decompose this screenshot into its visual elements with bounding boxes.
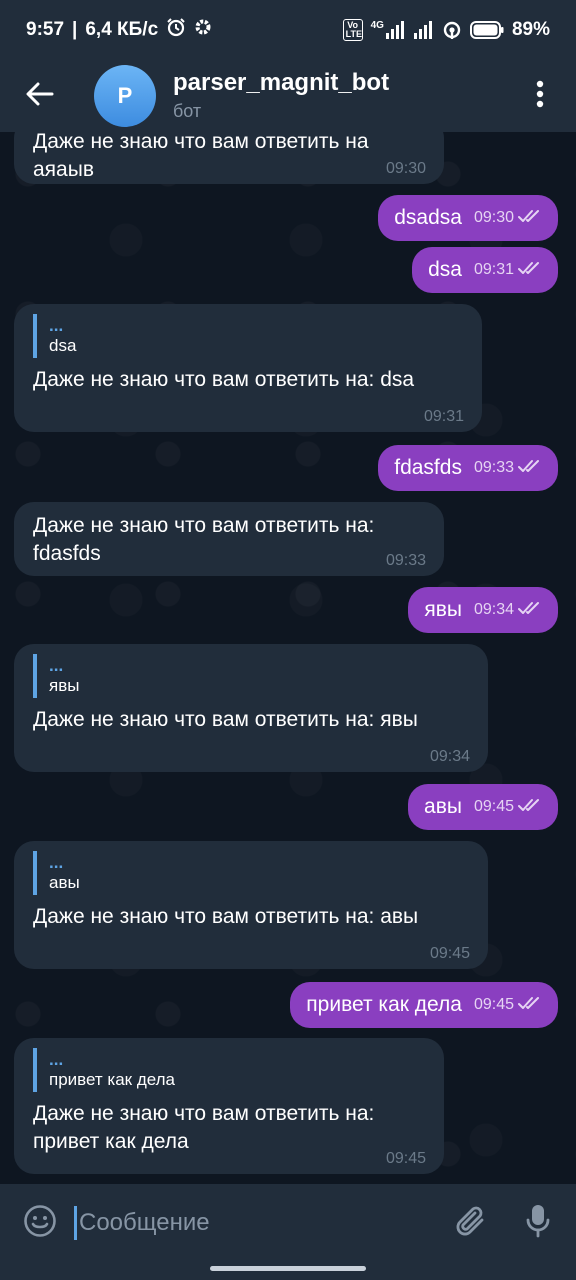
outgoing-message[interactable]: явы 09:34 xyxy=(408,587,558,633)
double-check-icon xyxy=(518,261,542,280)
avatar[interactable]: P xyxy=(94,65,156,127)
reply-quote[interactable]: ... авы xyxy=(33,851,470,895)
message-time: 09:31 xyxy=(473,261,514,278)
double-check-icon xyxy=(518,798,542,817)
message-time: 09:45 xyxy=(429,945,470,962)
voice-message-button[interactable] xyxy=(500,1203,576,1244)
volte-icon: Vo LTE xyxy=(342,19,363,41)
message-time: 09:33 xyxy=(385,552,426,569)
message-text: Даже не знаю что вам ответить на: fdasfd… xyxy=(33,514,375,565)
message-time: 09:45 xyxy=(473,996,514,1013)
reply-quote-text: авы xyxy=(49,873,80,892)
message-time: 09:45 xyxy=(473,798,514,815)
message-time: 09:33 xyxy=(473,459,514,476)
network-speed: 6,4 КБ/с xyxy=(85,19,159,40)
message-text: авы xyxy=(424,795,462,818)
message-text: Даже не знаю что вам ответить на: dsa xyxy=(33,368,415,391)
message-text: dsadsa xyxy=(394,206,462,229)
double-check-icon xyxy=(518,996,542,1015)
reply-quote-author: ... xyxy=(49,316,64,335)
text-cursor xyxy=(74,1206,77,1240)
battery-icon xyxy=(469,21,504,39)
microphone-icon xyxy=(525,1203,551,1244)
reply-quote[interactable]: ... явы xyxy=(33,654,470,698)
message-input[interactable]: Сообщение xyxy=(79,1209,444,1237)
message-text: Даже не знаю что вам ответить на: явы xyxy=(33,708,418,731)
outgoing-message[interactable]: fdasfds 09:33 xyxy=(378,445,558,491)
arrow-left-icon xyxy=(26,82,54,111)
reply-quote-text: явы xyxy=(49,676,80,695)
reply-quote-text: dsa xyxy=(49,336,77,355)
back-button[interactable] xyxy=(0,60,80,132)
reply-quote-author: ... xyxy=(49,853,64,872)
reply-quote-text: привет как дела xyxy=(49,1070,176,1089)
outgoing-message[interactable]: dsadsa 09:30 xyxy=(378,195,558,241)
message-text: Даже не знаю что вам ответить на: привет… xyxy=(33,1102,375,1153)
double-check-icon xyxy=(518,209,542,228)
reply-quote-author: ... xyxy=(49,1050,64,1069)
double-check-icon xyxy=(518,601,542,620)
signal-4g-icon: 4G xyxy=(371,21,406,39)
message-time: 09:34 xyxy=(473,601,514,618)
attach-button[interactable] xyxy=(444,1203,500,1244)
message-time: 09:31 xyxy=(423,408,464,425)
outgoing-message[interactable]: авы 09:45 xyxy=(408,784,558,830)
message-composer: Сообщение xyxy=(0,1184,576,1262)
message-text: привет как дела xyxy=(306,993,462,1016)
message-text: явы xyxy=(424,598,462,621)
message-time: 09:30 xyxy=(385,160,426,177)
double-check-icon xyxy=(518,459,542,478)
message-time: 09:30 xyxy=(473,209,514,226)
chat-title-block[interactable]: parser_magnit_bot бот xyxy=(173,69,389,123)
chat-header: P parser_magnit_bot бот xyxy=(0,60,576,132)
incoming-message[interactable]: ... привет как дела Даже не знаю что вам… xyxy=(14,1038,444,1174)
message-time: 09:34 xyxy=(429,748,470,765)
message-text: fdasfds xyxy=(394,456,462,479)
message-text: Даже не знаю что вам ответить на аяаыв xyxy=(33,132,369,181)
outgoing-message[interactable]: dsa 09:31 xyxy=(412,247,558,293)
incoming-message[interactable]: ... явы Даже не знаю что вам ответить на… xyxy=(14,644,488,772)
hotspot-icon xyxy=(442,20,462,40)
message-text: Даже не знаю что вам ответить на: авы xyxy=(33,905,419,928)
settings-gear-icon xyxy=(194,18,212,42)
incoming-message[interactable]: Даже не знаю что вам ответить на: fdasfd… xyxy=(14,502,444,576)
incoming-message[interactable]: ... авы Даже не знаю что вам ответить на… xyxy=(14,841,488,969)
reply-quote-author: ... xyxy=(49,656,64,675)
incoming-message[interactable]: Даже не знаю что вам ответить на аяаыв 0… xyxy=(14,132,444,184)
status-bar: 9:57 | 6,4 КБ/с Vo LTE 4G 89% xyxy=(0,0,576,60)
emoji-icon xyxy=(23,1204,57,1243)
emoji-button[interactable] xyxy=(0,1204,80,1243)
home-gesture-pill[interactable] xyxy=(210,1266,366,1271)
chat-subtitle: бот xyxy=(173,101,202,121)
navigation-bar xyxy=(0,1262,576,1280)
message-list[interactable]: Даже не знаю что вам ответить на аяаыв 0… xyxy=(0,132,576,1184)
reply-quote[interactable]: ... привет как дела xyxy=(33,1048,426,1092)
message-time: 09:45 xyxy=(385,1150,426,1167)
alarm-icon xyxy=(166,17,186,43)
battery-level: 89% xyxy=(511,19,550,40)
status-time: 9:57 xyxy=(26,19,65,40)
reply-quote[interactable]: ... dsa xyxy=(33,314,464,358)
more-vertical-icon xyxy=(536,80,544,113)
message-text: dsa xyxy=(428,258,462,281)
incoming-message[interactable]: ... dsa Даже не знаю что вам ответить на… xyxy=(14,304,482,432)
paperclip-icon xyxy=(456,1203,488,1244)
chat-title: parser_magnit_bot xyxy=(173,69,390,96)
outgoing-message[interactable]: привет как дела 09:45 xyxy=(290,982,558,1028)
menu-button[interactable] xyxy=(522,74,558,118)
signal-icon xyxy=(413,21,434,39)
